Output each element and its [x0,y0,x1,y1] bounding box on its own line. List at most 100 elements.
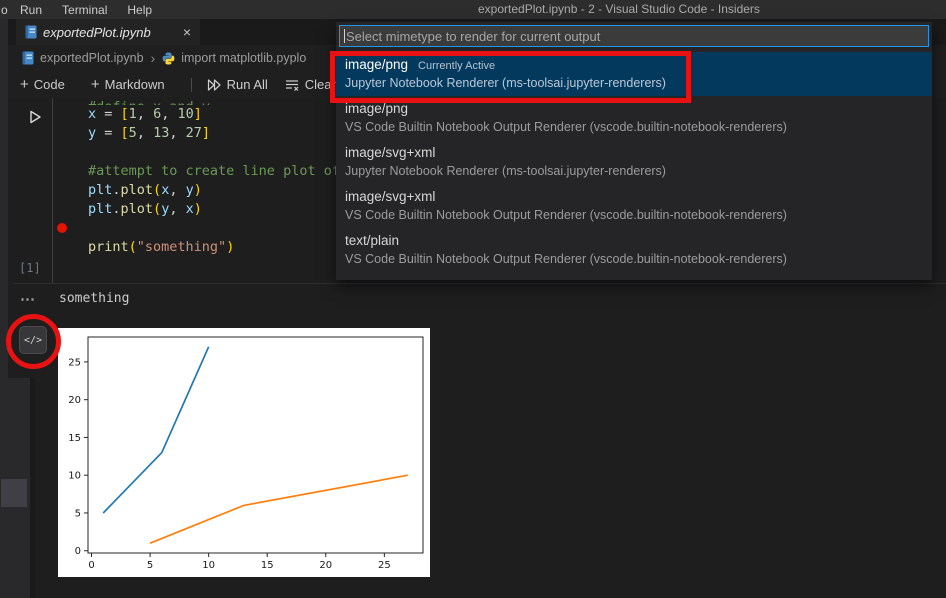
code-editor-area[interactable]: #define x and yx = [1, 6, 10]y = [5, 13,… [88,98,340,257]
cell-bottom-border [14,283,946,284]
chevron-right-icon: › [151,50,156,66]
code-token: 10 [177,106,193,122]
output-plot-image: 05101520250510152025 [58,328,430,577]
tab-exportedplot[interactable]: exportedPlot.ipynb × [16,19,200,45]
add-markdown-button[interactable]: + Markdown [91,77,165,92]
plus-icon: + [91,77,100,92]
code-token: plt [88,201,112,217]
quickpick-item[interactable]: image/svg+xmlVS Code Builtin Notebook Ou… [336,184,932,228]
code-token: ) [226,239,234,255]
code-token: 13 [153,125,169,141]
code-token: 27 [186,125,202,141]
code-line[interactable] [88,143,340,162]
text-caret [344,29,345,43]
python-icon [162,52,175,65]
menu-run[interactable]: Run [10,3,52,17]
run-all-icon [206,77,222,93]
x-tick-label: 15 [261,560,274,571]
run-cell-button[interactable] [25,107,45,127]
output-options-icon[interactable]: ⋯ [20,290,36,308]
code-token: = [96,125,120,141]
breadcrumb-symbol[interactable]: import matplotlib.pyplo [181,51,306,65]
code-token: plot [121,201,154,217]
quickpick-item-description: VS Code Builtin Notebook Output Renderer… [345,252,932,266]
x-tick-label: 25 [378,560,391,571]
code-line[interactable]: plt.plot(x, y) [88,181,340,200]
quickpick-item[interactable]: text/plain VS Code Builtin Notebook Outpu… [336,228,932,272]
add-code-button[interactable]: + Code [20,77,65,92]
breadcrumb-file[interactable]: exportedPlot.ipynb [40,51,144,65]
quickpick-item[interactable]: image/pngCurrently ActiveJupyter Noteboo… [336,52,932,96]
matplotlib-figure: 05101520250510152025 [58,328,430,577]
notebook-icon [25,25,37,39]
y-tick-label: 15 [68,433,81,444]
code-token: x [186,201,194,217]
code-line[interactable] [88,219,340,238]
plus-icon: + [20,77,29,92]
vscode-window: o Run Terminal Help exportedPlot.ipynb -… [0,0,946,598]
code-token: #attempt to create line plot of [88,163,340,179]
code-line[interactable]: #attempt to create line plot of [88,162,340,181]
breakpoint-icon[interactable] [57,223,67,233]
clear-all-icon [284,77,300,93]
line-series-1 [150,475,408,543]
quickpick-item-label: image/png [345,101,408,116]
code-token: ( [129,239,137,255]
quickpick-item-description: Jupyter Notebook Renderer (ms-toolsai.ju… [345,76,932,90]
code-token: ) [194,201,202,217]
code-token: , [137,106,153,122]
quickpick-item-description: VS Code Builtin Notebook Output Renderer… [345,120,932,134]
code-token: . [112,201,120,217]
quickpick-item-badge: Currently Active [418,60,495,72]
execution-count: [1] [19,261,41,275]
toggle-output-code-button[interactable]: </> [19,326,47,354]
rail-divider [30,378,35,598]
menu-help[interactable]: Help [117,3,162,17]
code-token: #define x and y [88,98,210,105]
toolbar-divider [191,78,192,92]
notebook-icon [22,51,34,65]
quickpick-item-description: VS Code Builtin Notebook Output Renderer… [345,208,932,222]
quickpick-item-label: image/svg+xml [345,145,435,160]
code-line[interactable]: x = [1, 6, 10] [88,105,340,124]
tab-close-icon[interactable]: × [183,25,191,39]
menu-item-partial[interactable]: o [0,3,10,17]
y-tick-label: 5 [75,508,81,519]
x-tick-label: 0 [88,560,94,571]
quickpick-item[interactable]: image/svg+xmlJupyter Notebook Renderer (… [336,140,932,184]
y-tick-label: 25 [68,357,81,368]
line-series-0 [103,347,208,513]
code-line[interactable]: #define x and y [88,98,340,105]
play-icon [26,108,44,126]
code-token: , [169,182,185,198]
y-tick-label: 20 [68,395,81,406]
code-token: , [169,201,185,217]
code-token: ) [194,182,202,198]
mimetype-quickpick: Select mimetype to render for current ou… [336,22,932,280]
code-line[interactable]: y = [5, 13, 27] [88,124,340,143]
code-token: ] [202,125,210,141]
code-token: ( [153,201,161,217]
output-stdout-text: something [59,291,129,306]
quickpick-item-label: text/plain [345,233,399,248]
add-markdown-label: Markdown [105,77,165,92]
add-code-label: Code [34,77,65,92]
quickpick-input[interactable]: Select mimetype to render for current ou… [339,25,929,47]
code-token: 6 [153,106,161,122]
code-token: ] [194,106,202,122]
code-token: . [112,182,120,198]
code-line[interactable]: plt.plot(y, x) [88,200,340,219]
titlebar: o Run Terminal Help exportedPlot.ipynb -… [0,0,946,19]
code-token: plt [88,182,112,198]
x-tick-label: 10 [202,560,215,571]
tab-label: exportedPlot.ipynb [43,25,151,40]
code-token: y [88,125,96,141]
code-line[interactable]: print("something") [88,238,340,257]
scrollbar-thumb[interactable] [1,479,27,507]
run-all-button[interactable]: Run All [206,77,268,93]
quickpick-item[interactable]: image/png VS Code Builtin Notebook Output… [336,96,932,140]
y-tick-label: 0 [75,546,81,557]
code-token: , [161,106,177,122]
code-token: ( [153,182,161,198]
menu-terminal[interactable]: Terminal [52,3,117,17]
